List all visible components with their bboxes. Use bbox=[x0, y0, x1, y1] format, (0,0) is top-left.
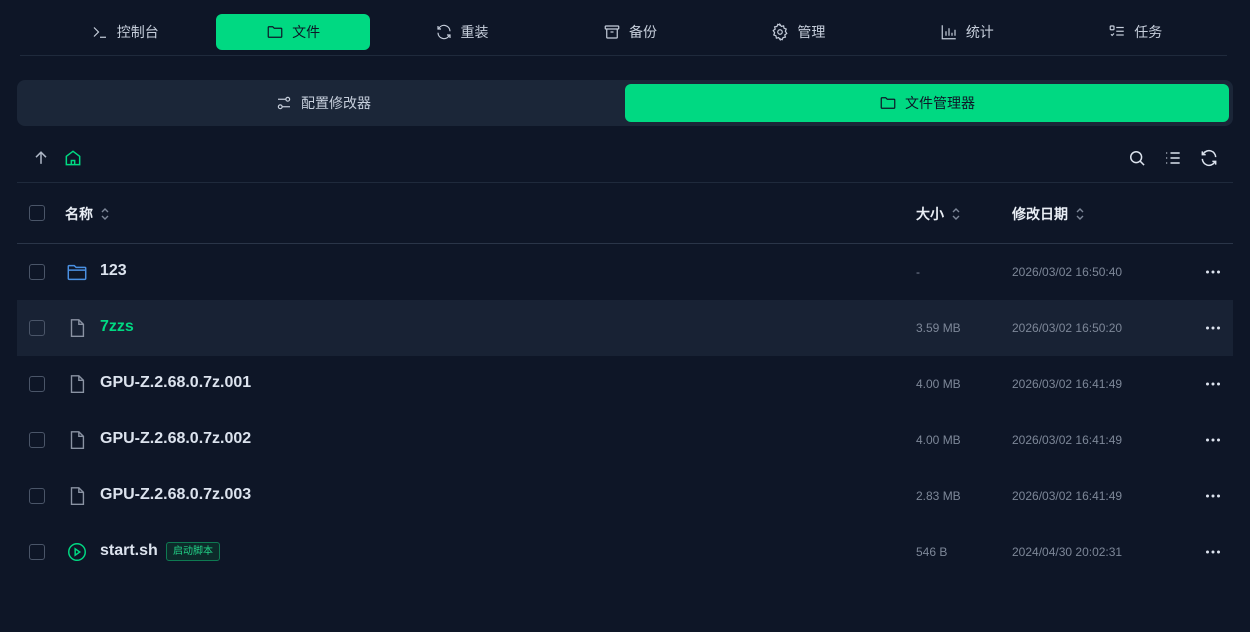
list-view-button[interactable] bbox=[1163, 148, 1183, 168]
refresh-button[interactable] bbox=[1199, 148, 1219, 168]
modified-column-header[interactable]: 修改日期 bbox=[1012, 204, 1086, 224]
table-row[interactable]: start.sh 启动脚本 546 B 2024/04/30 20:02:31 bbox=[17, 524, 1233, 580]
file-name[interactable]: 7zzs bbox=[100, 318, 134, 336]
tab-backup[interactable]: 备份 bbox=[553, 14, 706, 50]
file-modified: 2026/03/02 16:41:49 bbox=[1012, 377, 1123, 391]
file-size: 2.83 MB bbox=[916, 489, 961, 503]
folder-icon bbox=[67, 264, 87, 281]
file-size: 4.00 MB bbox=[916, 433, 961, 447]
file-name[interactable]: GPU-Z.2.68.0.7z.001 bbox=[100, 374, 251, 392]
subtab-label: 配置修改器 bbox=[301, 95, 371, 111]
list-icon bbox=[1166, 152, 1180, 164]
file-modified: 2024/04/30 20:02:31 bbox=[1012, 545, 1123, 559]
more-options-icon[interactable] bbox=[1203, 318, 1223, 338]
more-options-icon[interactable] bbox=[1203, 542, 1223, 562]
row-checkbox[interactable] bbox=[29, 432, 45, 448]
more-options-icon[interactable] bbox=[1203, 374, 1223, 394]
tab-label: 重装 bbox=[460, 24, 489, 40]
row-checkbox[interactable] bbox=[29, 544, 45, 560]
file-name[interactable]: 123 bbox=[100, 262, 127, 280]
file-icon bbox=[70, 375, 85, 393]
file-modified: 2026/03/02 16:41:49 bbox=[1012, 433, 1123, 447]
file-toolbar bbox=[17, 140, 1233, 183]
play-circle-icon bbox=[68, 543, 86, 561]
subtab-bar: 配置修改器 文件管理器 bbox=[17, 80, 1233, 126]
tab-label: 控制台 bbox=[116, 24, 159, 40]
tab-stats[interactable]: 统计 bbox=[890, 14, 1043, 50]
refresh-icon bbox=[1201, 149, 1217, 167]
refresh-icon bbox=[436, 24, 451, 40]
table-row[interactable]: GPU-Z.2.68.0.7z.003 2.83 MB 2026/03/02 1… bbox=[17, 468, 1233, 524]
size-header-label: 大小 bbox=[916, 206, 944, 222]
modified-header-label: 修改日期 bbox=[1012, 206, 1068, 222]
terminal-icon bbox=[93, 27, 106, 38]
subtab-config-editor[interactable]: 配置修改器 bbox=[21, 84, 625, 122]
table-row[interactable]: 123 - 2026/03/02 16:50:40 bbox=[17, 244, 1233, 300]
tab-files[interactable]: 文件 bbox=[216, 14, 370, 50]
file-icon bbox=[70, 431, 85, 449]
gear-icon bbox=[772, 23, 788, 41]
file-name[interactable]: GPU-Z.2.68.0.7z.002 bbox=[100, 430, 251, 448]
tab-label: 统计 bbox=[965, 24, 994, 40]
home-button[interactable] bbox=[63, 148, 83, 168]
folder-icon bbox=[880, 97, 896, 109]
task-list-icon bbox=[1109, 25, 1124, 37]
arrow-up-icon bbox=[35, 151, 47, 164]
file-modified: 2026/03/02 16:50:20 bbox=[1012, 321, 1123, 335]
search-button[interactable] bbox=[1127, 148, 1147, 168]
more-options-icon[interactable] bbox=[1203, 262, 1223, 282]
subtab-file-manager[interactable]: 文件管理器 bbox=[625, 84, 1229, 122]
tab-manage[interactable]: 管理 bbox=[722, 14, 875, 50]
file-icon bbox=[70, 487, 85, 505]
file-size: 3.59 MB bbox=[916, 321, 961, 335]
row-checkbox[interactable] bbox=[29, 488, 45, 504]
select-all-checkbox[interactable] bbox=[29, 205, 45, 221]
more-options-icon[interactable] bbox=[1203, 430, 1223, 450]
row-checkbox[interactable] bbox=[29, 376, 45, 392]
file-modified: 2026/03/02 16:50:40 bbox=[1012, 265, 1123, 279]
tab-console[interactable]: 控制台 bbox=[48, 14, 201, 50]
file-size: 546 B bbox=[916, 545, 948, 559]
tab-label: 备份 bbox=[628, 24, 657, 40]
sort-icon bbox=[1076, 208, 1084, 220]
up-directory-button[interactable] bbox=[31, 148, 51, 168]
file-name[interactable]: start.sh bbox=[100, 542, 158, 560]
table-row[interactable]: 7zzs 3.59 MB 2026/03/02 16:50:20 bbox=[17, 300, 1233, 356]
tab-tasks[interactable]: 任务 bbox=[1059, 14, 1212, 50]
table-row[interactable]: GPU-Z.2.68.0.7z.001 4.00 MB 2026/03/02 1… bbox=[17, 356, 1233, 412]
table-header: 名称 大小 修改日期 bbox=[17, 184, 1233, 244]
bar-chart-icon bbox=[941, 25, 956, 40]
sort-icon bbox=[101, 208, 109, 220]
file-table: 名称 大小 修改日期 123 - 2026/03/02 16:50:40 7zz… bbox=[17, 184, 1233, 580]
file-name[interactable]: GPU-Z.2.68.0.7z.003 bbox=[100, 486, 251, 504]
home-icon bbox=[65, 150, 81, 166]
top-nav: 控制台 文件 重装 备份 管理 统计 任务 bbox=[20, 14, 1227, 56]
sliders-icon bbox=[277, 96, 291, 110]
file-modified: 2026/03/02 16:41:49 bbox=[1012, 489, 1123, 503]
tab-label: 文件 bbox=[292, 24, 321, 40]
row-checkbox[interactable] bbox=[29, 264, 45, 280]
row-checkbox[interactable] bbox=[29, 320, 45, 336]
startup-script-badge: 启动脚本 bbox=[166, 542, 220, 561]
folder-icon bbox=[267, 26, 283, 38]
file-size: 4.00 MB bbox=[916, 377, 961, 391]
table-row[interactable]: GPU-Z.2.68.0.7z.002 4.00 MB 2026/03/02 1… bbox=[17, 412, 1233, 468]
archive-icon bbox=[604, 25, 620, 39]
name-column-header[interactable]: 名称 bbox=[65, 204, 111, 224]
tab-label: 管理 bbox=[797, 24, 826, 40]
size-column-header[interactable]: 大小 bbox=[916, 204, 962, 224]
tab-label: 任务 bbox=[1134, 24, 1163, 40]
file-size: - bbox=[916, 265, 920, 279]
search-icon bbox=[1130, 151, 1145, 166]
more-options-icon[interactable] bbox=[1203, 486, 1223, 506]
sort-icon bbox=[952, 208, 960, 220]
file-icon bbox=[70, 319, 85, 337]
subtab-label: 文件管理器 bbox=[905, 95, 975, 111]
tab-reinstall[interactable]: 重装 bbox=[385, 14, 538, 50]
name-header-label: 名称 bbox=[65, 206, 93, 222]
